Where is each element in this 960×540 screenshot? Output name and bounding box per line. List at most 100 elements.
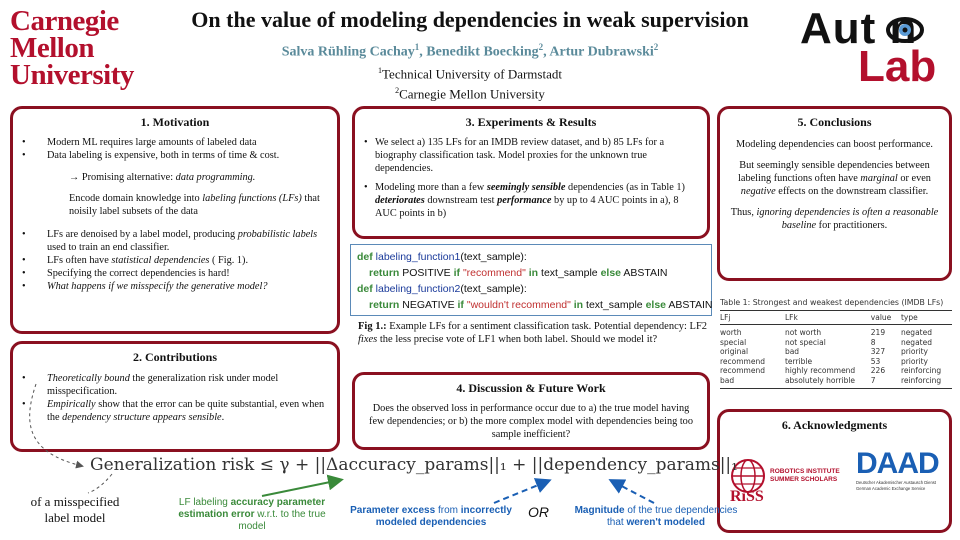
code-keyword: return [369, 299, 400, 311]
text-span: dependencies (as in Table 1) [565, 182, 685, 193]
code-function: labeling_function1 [375, 251, 461, 263]
table-cell: recommend [720, 356, 765, 366]
affiliation: 2Carnegie Mellon University [150, 82, 790, 102]
bullet-item: Theoretically bound the generalization r… [13, 372, 329, 398]
author-affil-sup: 2 [653, 42, 659, 52]
table-cell: not special [784, 337, 826, 347]
text-span: . [221, 412, 225, 423]
table-row: bad absolutely horrible 7 reinforcing [720, 375, 952, 389]
poster-header: On the value of modeling dependencies in… [150, 6, 790, 102]
code-keyword: else [645, 299, 666, 311]
section-body: Modeling dependencies can boost performa… [720, 138, 949, 232]
column-header: LFk [784, 310, 871, 325]
emphasis: data programming. [175, 172, 256, 183]
dependency-table: Table 1: Strongest and weakest dependenc… [720, 298, 952, 389]
author-name: Salva Rühling Cachay [281, 44, 415, 60]
emphasis: seemingly sensible [486, 182, 566, 193]
conclusion-paragraph: But seemingly sensible dependencies betw… [728, 159, 941, 198]
cmu-logo-line: Mellon [10, 32, 95, 64]
contributions-section: 2. Contributions Theoretically bound the… [10, 341, 340, 452]
bold-text: weren't modeled [626, 517, 705, 528]
column-header: value [870, 310, 901, 325]
emphasis: marginal [860, 173, 898, 184]
section-title: 5. Conclusions [797, 115, 872, 129]
conclusions-section: 5. Conclusions Modeling dependencies can… [717, 106, 952, 281]
code-keyword: in [528, 267, 539, 279]
table-cell: 8 [870, 337, 876, 347]
table-cell: negated [900, 337, 932, 347]
table-caption: Table 1: Strongest and weakest dependenc… [720, 298, 944, 307]
code-var: text_sample [583, 299, 646, 311]
table-header-row: LFj LFk value type [720, 310, 952, 325]
acknowledgments-section: 6. Acknowledgments RiSS ROBOTICS INSTITU… [717, 409, 952, 533]
bullet-item: What happens if we misspecify the genera… [13, 280, 337, 293]
code-keyword: return [369, 267, 400, 279]
bold-text: Parameter excess [350, 505, 436, 516]
riss-logo: RiSS ROBOTICS INSTITUTE SUMMER SCHOLARS [728, 456, 844, 512]
arrow-blue2 [608, 479, 655, 504]
code-label: POSITIVE [399, 267, 454, 279]
bullet-item: Modeling more than a few seemingly sensi… [355, 181, 697, 220]
emphasis: Theoretically bound [47, 373, 130, 384]
emphasis: probabilistic labels [237, 229, 318, 240]
code-figure: def labeling_function1(text_sample): ret… [350, 244, 713, 316]
table-cell: reinforcing [900, 366, 942, 376]
bullet-item: LFs are denoised by a label model, produ… [13, 228, 337, 254]
table-cell: 219 [870, 328, 886, 337]
table-cell: highly recommend [784, 366, 856, 376]
emphasis: What happens if we misspecify the genera… [47, 281, 268, 292]
table-cell: 53 [870, 356, 881, 366]
daad-subtitle: Deutscher Akademischer Austausch Dienst [856, 480, 937, 485]
bullet-item: Specifying the correct dependencies is h… [13, 267, 337, 280]
alternative-line: → Promising alternative: data programmin… [13, 171, 337, 184]
table-cell: priority [900, 356, 929, 366]
arrow-blue1 [493, 478, 552, 504]
table-row: recommend highly recommend 226 reinforcing [720, 366, 952, 376]
parameter-excess-annotation: Parameter excess from incorrectly modele… [336, 505, 526, 529]
riss-line: SUMMER SCHOLARS [770, 476, 838, 483]
bold-text: Magnitude [574, 505, 625, 516]
code-line: return NEGATIVE if "wouldn't recommend" … [357, 297, 713, 313]
code-keyword: in [573, 299, 584, 311]
table-cell: absolutely horrible [784, 375, 871, 389]
lab-logo-text: Lab [858, 42, 937, 91]
text-span: Example LFs for a sentiment classificati… [386, 321, 708, 332]
author-name: Artur Dubrawski [549, 44, 654, 60]
text-span: LF labeling [178, 497, 231, 508]
table-cell: 327 [870, 347, 886, 357]
text-span: → Promising alternative: [69, 172, 176, 183]
emphasis: negative [740, 186, 776, 197]
table-row: original bad 327 priority [720, 347, 952, 357]
bullet-item: Modern ML requires large amounts of labe… [13, 136, 337, 149]
conclusion-paragraph: Thus, ignoring dependencies is often a r… [728, 206, 941, 232]
table-cell: 226 [870, 366, 886, 376]
emphasis: deteriorates [375, 195, 425, 206]
emphasis: statistical dependencies [111, 255, 210, 266]
text-span: LFs often have [47, 255, 112, 266]
riss-line: ROBOTICS INSTITUTE [770, 468, 840, 475]
table-cell: terrible [784, 356, 813, 366]
emphasis: Empirically [47, 399, 96, 410]
caption-label: Fig 1.: [358, 321, 387, 332]
table-cell: recommend [720, 366, 765, 376]
table-cell: bad [784, 347, 800, 357]
text-span: ( Fig. 1). [209, 255, 249, 266]
affiliation: 1Technical University of Darmstadt [150, 62, 790, 82]
author-list: Salva Rühling Cachay1, Benedikt Boecking… [150, 38, 790, 62]
poster-title: On the value of modeling dependencies in… [191, 7, 749, 32]
affil-name: Technical University of Darmstadt [382, 65, 562, 81]
cmu-logo-line: Carnegie [10, 5, 119, 37]
daad-subtitle: German Academic Exchange Service [856, 485, 926, 491]
table-row: worth not worth 219 negated [720, 325, 952, 338]
code-var: text_sample [538, 267, 601, 279]
emphasis: dependency structure appears sensible [62, 412, 222, 423]
accuracy-annotation: LF labeling accuracy parameter estimatio… [170, 497, 334, 533]
misspecified-label: of a misspecified label model [30, 494, 120, 525]
arrow-formula-to-misspec [87, 473, 113, 494]
magnitude-annotation: Magnitude of the true dependencies that … [566, 505, 746, 529]
auton-lab-logo: Aut n Lab [800, 6, 950, 91]
code-label: ABSTAIN [666, 299, 713, 311]
table-cell: original [720, 347, 749, 357]
text-span: or even [897, 173, 931, 184]
generalization-bound-formula: Generalization risk ≤ γ + ||Δaccuracy_pa… [90, 455, 738, 475]
